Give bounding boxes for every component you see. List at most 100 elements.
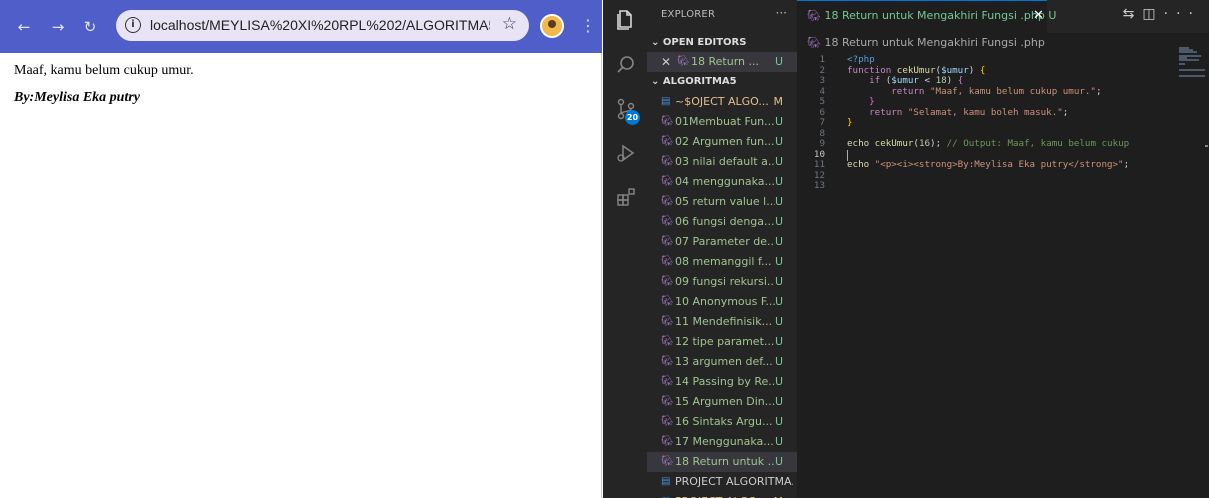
extensions-icon[interactable]: [615, 186, 637, 208]
php-file-icon: 🐘︎: [661, 136, 674, 147]
line-number: 13: [813, 180, 825, 191]
git-status: U: [774, 195, 783, 208]
php-file-icon: 🐘︎: [661, 376, 674, 387]
author-line: By:Meylisa Eka putry: [14, 90, 140, 105]
code-editor[interactable]: 1 <?php 2 function cekUmur($umur) {3 if ($u…: [797, 54, 1173, 192]
code-line: 12: [797, 170, 1173, 182]
output-message: Maaf, kamu belum cukup umur.: [14, 63, 194, 78]
folder-section[interactable]: ⌄ ALGORITMA5: [651, 76, 737, 87]
file-name: 04 menggunaka...: [675, 175, 775, 188]
close-tab-icon[interactable]: ✕: [1033, 8, 1044, 23]
forward-arrow-icon[interactable]: →: [48, 17, 68, 37]
file-tree-item[interactable]: 🐘︎ 05 return value l... U: [647, 192, 797, 212]
file-tree-item[interactable]: ▤ PROJECT ALGORITMA...: [647, 472, 797, 492]
line-number: 3: [819, 75, 825, 86]
page-body: Maaf, kamu belum cukup umur. By:Meylisa …: [14, 63, 194, 117]
git-status: M: [774, 492, 784, 498]
breadcrumb[interactable]: 🐘︎ 18 Return untuk Mengakhiri Fungsi .ph…: [807, 36, 1045, 49]
git-status: U: [774, 155, 783, 168]
vscode-window: 20 EXPLORER ··· ⌄ OPEN EDITORS ✕ 🐘︎ 18 R…: [603, 0, 1209, 498]
file-name: 07 Parameter de...: [675, 235, 775, 248]
git-status: U: [774, 435, 783, 448]
git-status: U: [774, 415, 783, 428]
file-tree-item[interactable]: 🐘︎ 16 Sintaks Argu... U: [647, 412, 797, 432]
git-status: U: [774, 395, 783, 408]
file-tree-item[interactable]: 🐘︎ 07 Parameter de... U: [647, 232, 797, 252]
php-file-icon: 🐘︎: [677, 56, 690, 67]
file-name: PROJECT ALGORITMA...: [675, 475, 793, 488]
file-tree-item[interactable]: ▤ ~$OJECT ALGO... M: [647, 92, 797, 112]
close-icon[interactable]: ✕: [661, 52, 671, 72]
php-file-icon: 🐘︎: [661, 256, 674, 267]
php-file-icon: 🐘︎: [661, 456, 674, 467]
file-name: ~$OJECT ALGO...: [675, 95, 769, 108]
minimap[interactable]: [1177, 45, 1205, 105]
more-icon[interactable]: ···: [1164, 6, 1201, 22]
file-name: 13 argumen def...: [675, 355, 773, 368]
file-tree-item[interactable]: 🐘︎ 02 Argumen fun... U: [647, 132, 797, 152]
file-tree-item[interactable]: 🐘︎ 14 Passing by Re... U: [647, 372, 797, 392]
back-arrow-icon[interactable]: ←: [14, 17, 34, 37]
php-file-icon: 🐘︎: [661, 156, 674, 167]
file-name: 05 return value l...: [675, 195, 775, 208]
more-actions-icon[interactable]: ···: [776, 6, 787, 20]
file-name: 16 Sintaks Argu...: [675, 415, 773, 428]
git-status: U: [774, 355, 783, 368]
git-status: U: [774, 175, 783, 188]
bookmark-star-icon[interactable]: ☆: [502, 14, 517, 34]
file-name: 06 fungsi denga...: [675, 215, 775, 228]
file-tree-item[interactable]: 🐘︎ 11 Mendefinisik... U: [647, 312, 797, 332]
browser-window: ← → ↻ i localhost/MEYLISA%20XI%20RPL%202…: [0, 0, 602, 498]
tab-active-file[interactable]: 🐘︎ 18 Return untuk Mengakhiri Fungsi .ph…: [797, 0, 1056, 33]
site-info-icon[interactable]: i: [125, 17, 141, 33]
file-tree-item[interactable]: 🐘︎ 08 memanggil f... U: [647, 252, 797, 272]
git-status: U: [774, 255, 783, 268]
php-file-icon: 🐘︎: [661, 176, 674, 187]
git-status: U: [774, 215, 783, 228]
minimap-line: [1179, 75, 1205, 77]
git-status: U: [774, 115, 783, 128]
file-name: 09 fungsi rekursi...: [675, 275, 775, 288]
git-status: U: [774, 235, 783, 248]
file-tree-item[interactable]: ▤ PROJECT ALGO...M: [647, 492, 797, 498]
file-tree-item[interactable]: 🐘︎ 01Membuat Fun... U: [647, 112, 797, 132]
file-tree-item[interactable]: 🐘︎ 17 Menggunaka... U: [647, 432, 797, 452]
file-tree-item[interactable]: 🐘︎ 18 Return untuk ... U: [647, 452, 797, 472]
file-name: 12 tipe paramet...: [675, 335, 775, 348]
profile-avatar-icon[interactable]: [540, 14, 564, 38]
search-icon[interactable]: [615, 54, 637, 76]
editor-area: 🐘︎ 18 Return untuk Mengakhiri Fungsi .ph…: [797, 0, 1209, 498]
file-tree-item[interactable]: 🐘︎ 12 tipe paramet... U: [647, 332, 797, 352]
open-editors-section[interactable]: ⌄ OPEN EDITORS: [651, 37, 746, 48]
scrollbar-marker: [1205, 145, 1208, 147]
url-text[interactable]: localhost/MEYLISA%20XI%20RPL%202/ALGORIT…: [150, 17, 490, 33]
run-debug-icon[interactable]: [615, 142, 637, 164]
file-tree-item[interactable]: 🐘︎ 15 Argumen Din... U: [647, 392, 797, 412]
code-line: 9 echo cekUmur(16); // Output: Maaf, kamu…: [797, 138, 1173, 150]
code-line: 13: [797, 180, 1173, 192]
git-status: U: [774, 315, 783, 328]
code-text: return "Selamat, kamu boleh masuk.";: [869, 106, 1069, 118]
explorer-title: EXPLORER: [661, 9, 716, 20]
line-number: 9: [819, 138, 825, 149]
file-name: 11 Mendefinisik...: [675, 315, 773, 328]
code-text: }: [847, 117, 853, 128]
kebab-menu-icon[interactable]: ⋮: [580, 16, 596, 35]
open-editor-item[interactable]: ✕ 🐘︎ 18 Return ... U: [647, 52, 797, 72]
php-file-icon: 🐘︎: [661, 436, 674, 447]
compare-changes-icon[interactable]: ⇆: [1123, 6, 1143, 22]
file-name: 03 nilai default a...: [675, 155, 775, 168]
explorer-files-icon[interactable]: [615, 8, 637, 30]
reload-icon[interactable]: ↻: [80, 17, 100, 37]
address-bar[interactable]: i localhost/MEYLISA%20XI%20RPL%202/ALGOR…: [116, 10, 529, 41]
file-tree-item[interactable]: 🐘︎ 06 fungsi denga... U: [647, 212, 797, 232]
split-editor-icon[interactable]: ◫: [1142, 6, 1163, 22]
minimap-line: [1179, 69, 1205, 71]
php-file-icon: 🐘︎: [807, 9, 821, 22]
file-name: PROJECT ALGO...: [675, 492, 775, 498]
file-tree-item[interactable]: 🐘︎ 03 nilai default a... U: [647, 152, 797, 172]
file-tree-item[interactable]: 🐘︎ 04 menggunaka... U: [647, 172, 797, 192]
file-tree-item[interactable]: 🐘︎ 10 Anonymous F... U: [647, 292, 797, 312]
file-tree-item[interactable]: 🐘︎ 13 argumen def... U: [647, 352, 797, 372]
file-tree-item[interactable]: 🐘︎ 09 fungsi rekursi... U: [647, 272, 797, 292]
